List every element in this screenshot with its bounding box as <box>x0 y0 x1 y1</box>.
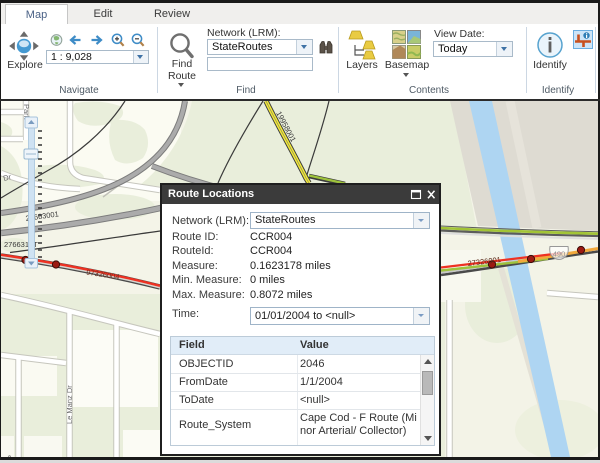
svg-text:490: 490 <box>553 250 566 259</box>
svg-text:Le Manz Dr: Le Manz Dr <box>65 385 74 424</box>
